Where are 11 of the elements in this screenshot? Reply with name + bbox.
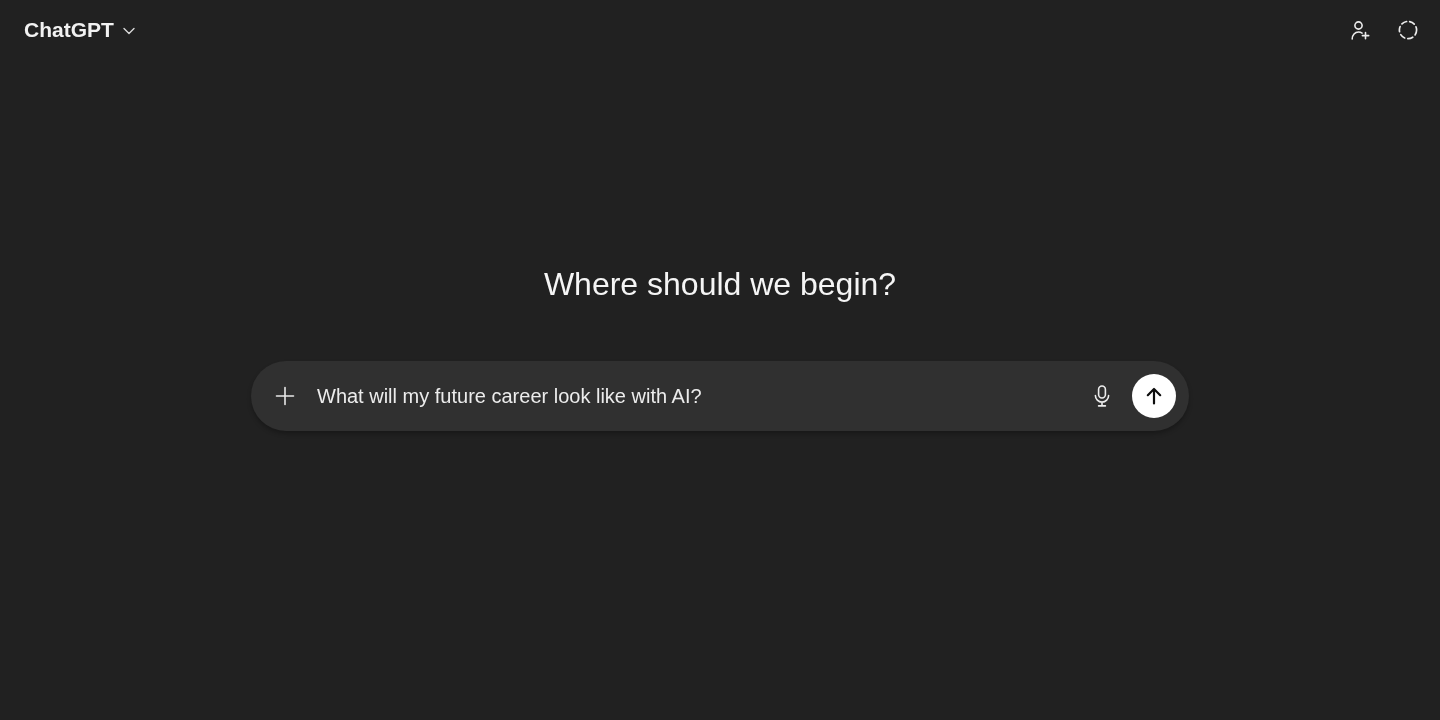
microphone-icon bbox=[1094, 385, 1110, 407]
chevron-down-icon bbox=[122, 27, 135, 35]
send-button[interactable] bbox=[1132, 374, 1176, 418]
arrow-up-icon bbox=[1145, 387, 1163, 405]
message-input[interactable]: What will my future career look like with AI? bbox=[317, 381, 1084, 411]
welcome-heading: Where should we begin? bbox=[543, 265, 897, 304]
dashed-circle-icon bbox=[1398, 20, 1418, 40]
plus-icon bbox=[275, 386, 295, 406]
person-plus-icon bbox=[1350, 20, 1370, 40]
model-selector-button[interactable]: ChatGPT bbox=[14, 12, 145, 48]
message-composer[interactable]: What will my future career look like with AI? bbox=[251, 361, 1189, 431]
